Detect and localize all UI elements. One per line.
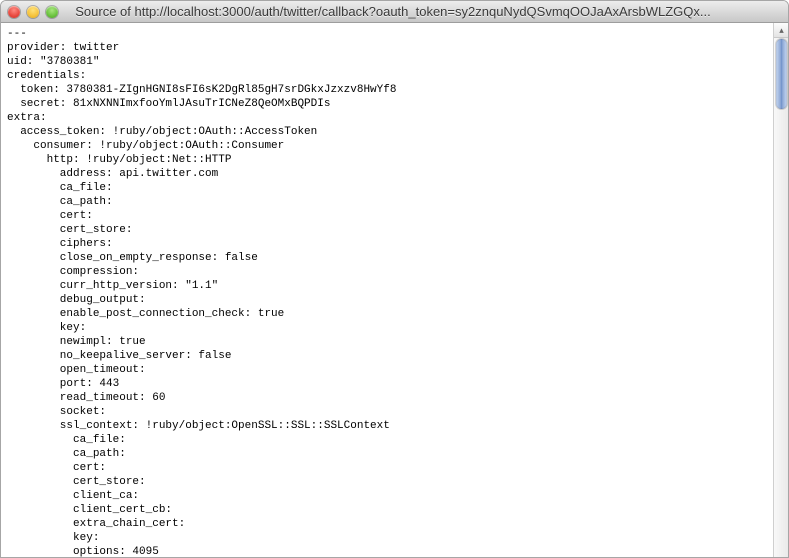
traffic-lights <box>8 6 58 18</box>
window-title: Source of http://localhost:3000/auth/twi… <box>65 4 781 19</box>
content-wrap: --- provider: twitter uid: "3780381" cre… <box>1 23 788 557</box>
minimize-icon[interactable] <box>27 6 39 18</box>
close-icon[interactable] <box>8 6 20 18</box>
source-text[interactable]: --- provider: twitter uid: "3780381" cre… <box>1 23 773 557</box>
scroll-up-icon[interactable]: ▴ <box>774 23 788 38</box>
zoom-icon[interactable] <box>46 6 58 18</box>
vertical-scrollbar[interactable]: ▴ <box>773 23 788 557</box>
scroll-thumb[interactable] <box>776 39 787 109</box>
titlebar[interactable]: Source of http://localhost:3000/auth/twi… <box>1 1 788 23</box>
browser-source-window: Source of http://localhost:3000/auth/twi… <box>0 0 789 558</box>
